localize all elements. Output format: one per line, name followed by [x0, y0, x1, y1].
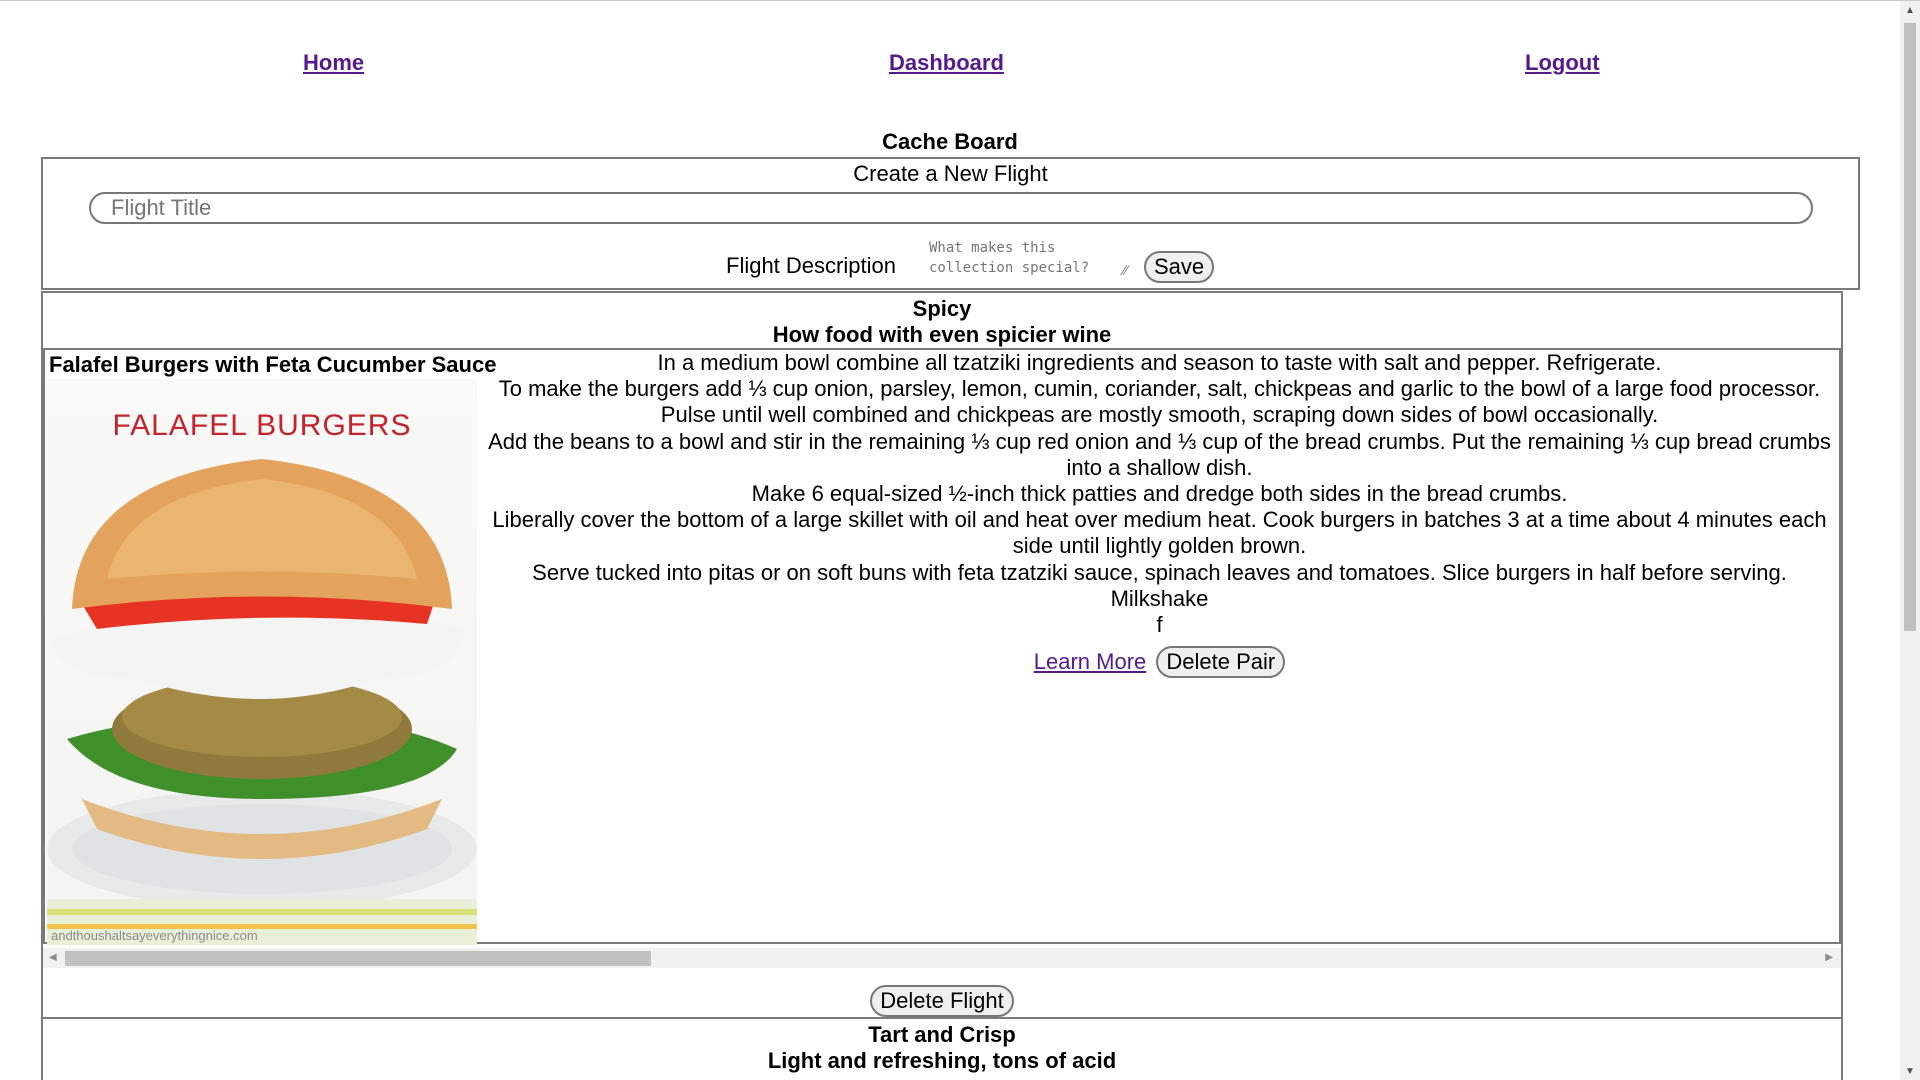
nav-dashboard-link[interactable]: Dashboard	[889, 50, 1004, 76]
image-watermark: andthoushaltsayeverythingnice.com	[51, 928, 258, 943]
flight-card: Tart and Crisp Light and refreshing, ton…	[41, 1017, 1843, 1080]
nav-home-link[interactable]: Home	[303, 50, 364, 76]
pair-food-name: Falafel Burgers with Feta Cucumber Sauce	[49, 352, 497, 377]
pair-recipe-text: In a medium bowl combine all tzatziki in…	[481, 350, 1838, 679]
flight-name: Spicy	[912, 296, 972, 321]
delete-flight-wrap: Delete Flight	[43, 985, 1841, 1017]
burger-illustration	[47, 459, 477, 945]
page-title: Cache Board	[882, 129, 1018, 154]
scroll-left-icon[interactable]: ◀	[49, 952, 57, 963]
delete-pair-button[interactable]: Delete Pair	[1156, 646, 1286, 679]
delete-flight-button[interactable]: Delete Flight	[870, 985, 1014, 1017]
recipe-step: Add the beans to a bowl and stir in the …	[488, 428, 1831, 480]
flight-name: Tart and Crisp	[868, 1022, 1016, 1047]
flight-title-input[interactable]	[89, 192, 1813, 224]
pair-card: Falafel Burgers with Feta Cucumber Sauce…	[43, 348, 1841, 945]
page-vertical-scrollbar[interactable]: ▲ ▼	[1900, 1, 1920, 1080]
scroll-down-icon[interactable]: ▼	[1905, 1066, 1915, 1077]
recipe-step: Liberally cover the bottom of a large sk…	[492, 507, 1827, 559]
save-button[interactable]: Save	[1144, 251, 1215, 283]
flight-description: How food with even spicier wine	[772, 322, 1112, 347]
pair-actions: Learn More Delete Pair	[481, 646, 1838, 679]
browser-viewport: Home Dashboard Logout Cache Board Create…	[0, 0, 1920, 1080]
recipe-step: In a medium bowl combine all tzatziki in…	[657, 350, 1662, 375]
pairs-scroll-area[interactable]: Falafel Burgers with Feta Cucumber Sauce…	[43, 348, 1841, 968]
recipe-step: Serve tucked into pitas or on soft buns …	[532, 559, 1787, 585]
falafel-burger-image: FALAFEL BURGERS andthoushaltsayeverythin…	[47, 379, 477, 945]
create-flight-form: Create a New Flight Flight Description ⁄…	[41, 157, 1860, 290]
vertical-scroll-thumb[interactable]	[1904, 23, 1916, 631]
drink-name: Milkshake	[1110, 585, 1209, 611]
flight-description-label: Flight Description	[726, 253, 896, 278]
create-flight-heading: Create a New Flight	[853, 161, 1048, 186]
scroll-right-icon[interactable]: ▶	[1825, 952, 1833, 963]
horizontal-scrollbar[interactable]: ◀ ▶	[43, 948, 1841, 968]
horizontal-scroll-thumb[interactable]	[65, 951, 651, 966]
learn-more-link[interactable]: Learn More	[1034, 649, 1147, 674]
flight-description-textarea[interactable]	[927, 234, 1139, 278]
nav-logout-link[interactable]: Logout	[1525, 50, 1600, 76]
resize-grip-icon[interactable]: ⁄⁄	[1123, 262, 1128, 278]
scroll-up-icon[interactable]: ▲	[1905, 5, 1915, 16]
flight-card: Spicy How food with even spicier wine Fa…	[41, 291, 1843, 1019]
recipe-step: Make 6 equal-sized ½-inch thick patties …	[751, 481, 1568, 507]
recipe-step: To make the burgers add ⅓ cup onion, par…	[498, 376, 1821, 428]
drink-note: f	[1156, 612, 1163, 638]
flight-description: Light and refreshing, tons of acid	[767, 1048, 1117, 1073]
